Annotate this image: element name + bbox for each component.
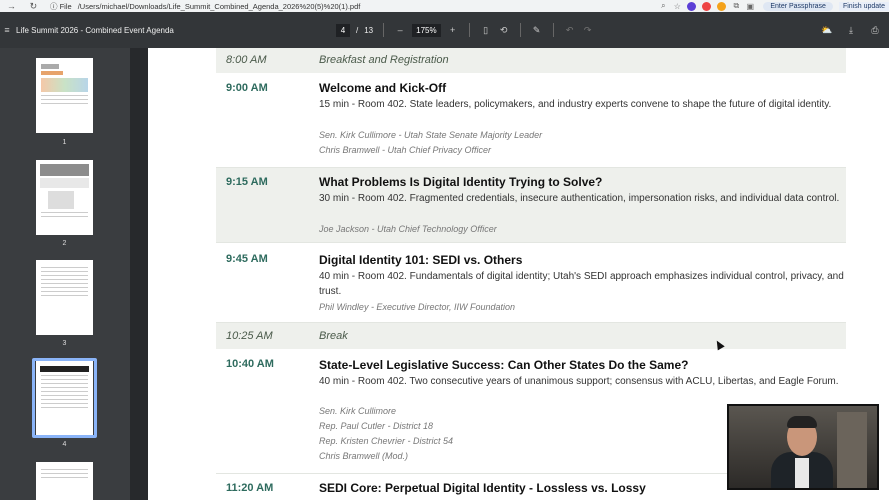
menu-icon[interactable]: ≡ — [0, 25, 14, 35]
page-thumbnail[interactable] — [36, 58, 93, 133]
agenda-description: 40 min - Room 402. Fundamentals of digit… — [319, 271, 844, 297]
toolbar-actions: ⛅ ⤓ ⎙ — [821, 12, 881, 48]
divider — [468, 23, 470, 37]
agenda-speaker: Sen. Kirk Cullimore - Utah State Senate … — [319, 130, 543, 140]
agenda-time: 9:15 AM — [226, 176, 268, 188]
file-chip-label: File — [59, 1, 72, 11]
thumbnail-label: 4 — [62, 441, 67, 448]
agenda-speaker: Rep. Kristen Chevrier - District 54 — [319, 436, 454, 446]
thumbnail-sidebar: 1 2 3 4 — [0, 48, 130, 500]
download-icon[interactable]: ⤓ — [845, 25, 857, 36]
agenda-time: 9:45 AM — [226, 253, 268, 265]
agenda-speaker: Joe Jackson - Utah Chief Technology Offi… — [319, 224, 497, 234]
save-drive-icon[interactable]: ⛅ — [821, 25, 833, 36]
agenda-row: 8:00 AM Breakfast and Registration — [216, 48, 846, 73]
redo-icon[interactable]: ↷ — [582, 25, 594, 36]
webcam-video-overlay[interactable] — [727, 404, 879, 490]
reload-icon[interactable]: ↻ — [30, 1, 38, 12]
agenda-title: SEDI Core: Perpetual Digital Identity - … — [319, 481, 646, 495]
agenda-title: What Problems Is Digital Identity Trying… — [319, 175, 603, 189]
sidebar-icon[interactable]: ▣ — [743, 2, 757, 11]
page-thumbnail[interactable] — [36, 260, 93, 335]
thumbnail-label: 2 — [62, 240, 67, 247]
browser-nav: → ↻ — [0, 1, 44, 12]
agenda-row: 9:15 AM What Problems Is Digital Identit… — [216, 168, 846, 243]
agenda-title: Digital Identity 101: SEDI vs. Others — [319, 253, 523, 267]
agenda-speaker: Chris Bramwell (Mod.) — [319, 451, 409, 461]
extension-icon[interactable] — [702, 1, 712, 11]
agenda-description: 30 min - Room 402. Fragmented credential… — [319, 193, 840, 204]
page-thumbnail[interactable] — [36, 462, 93, 500]
thumbnail-label: 1 — [62, 139, 67, 146]
agenda-time: 9:00 AM — [226, 82, 268, 94]
agenda-row: 10:25 AM Break — [216, 323, 846, 349]
page-thumbnail[interactable] — [36, 160, 93, 235]
agenda-speaker: Chris Bramwell - Utah Chief Privacy Offi… — [319, 145, 492, 155]
browser-actions: ⌕ ☆ ⧉ ▣ Enter Passphrase Finish update — [656, 0, 889, 12]
presenter-hair — [787, 416, 817, 428]
agenda-description: 15 min - Room 402. State leaders, policy… — [319, 99, 832, 110]
page-controls: 4 / 13 – 175% + ▯ ⟲ ✎ ↶ ↷ — [336, 12, 594, 48]
agenda-time: 11:20 AM — [226, 482, 274, 494]
rotate-icon[interactable]: ⟲ — [498, 25, 510, 36]
print-icon[interactable]: ⎙ — [869, 25, 881, 36]
url-field[interactable]: /Users/michael/Downloads/Life_Summit_Com… — [78, 2, 361, 11]
agenda-row: 9:45 AM Digital Identity 101: SEDI vs. O… — [216, 243, 846, 323]
agenda-title: Welcome and Kick-Off — [319, 81, 447, 95]
document-title: Life Summit 2026 - Combined Event Agenda — [16, 25, 174, 35]
zoom-icon[interactable]: ⌕ — [656, 1, 670, 11]
file-chip[interactable]: ⓘ File — [50, 1, 72, 12]
extension-icon[interactable] — [717, 1, 727, 11]
presenter-shirt — [795, 458, 809, 488]
annotate-icon[interactable]: ✎ — [531, 25, 543, 36]
divider — [383, 23, 385, 37]
page-thumbnail[interactable] — [36, 361, 93, 435]
video-door — [837, 412, 867, 488]
agenda-time: 10:40 AM — [226, 358, 274, 370]
star-icon[interactable]: ☆ — [670, 2, 684, 11]
thumbnail-label: 3 — [62, 340, 67, 347]
zoom-in-button[interactable]: + — [447, 25, 459, 35]
agenda-title: State-Level Legislative Success: Can Oth… — [319, 358, 689, 372]
zoom-out-button[interactable]: – — [394, 25, 406, 35]
undo-icon[interactable]: ↶ — [564, 25, 576, 36]
agenda-title: Breakfast and Registration — [319, 54, 449, 66]
agenda-speaker: Phil Windley - Executive Director, IIW F… — [319, 302, 515, 312]
divider — [552, 23, 554, 37]
agenda-speaker: Sen. Kirk Cullimore — [319, 406, 397, 416]
agenda-time: 8:00 AM — [226, 54, 267, 66]
extension-icon[interactable] — [687, 1, 697, 11]
zoom-input[interactable]: 175% — [412, 23, 441, 37]
forward-icon[interactable]: → — [7, 1, 16, 12]
agenda-description: 40 min - Room 402. Two consecutive years… — [319, 376, 839, 387]
finish-update-button[interactable]: Finish update — [838, 1, 889, 11]
passphrase-button[interactable]: Enter Passphrase — [763, 1, 833, 11]
page-total: 13 — [364, 25, 374, 35]
browser-address-bar: → ↻ ⓘ File /Users/michael/Downloads/Life… — [0, 0, 889, 12]
sidebar-divider — [130, 48, 148, 500]
agenda-time: 10:25 AM — [226, 330, 273, 342]
puzzle-icon[interactable]: ⧉ — [729, 1, 743, 11]
pdf-toolbar: ≡ Life Summit 2026 - Combined Event Agen… — [0, 12, 889, 48]
page-number-input[interactable]: 4 — [336, 23, 350, 37]
fit-page-icon[interactable]: ▯ — [480, 25, 492, 36]
agenda-row: 9:00 AM Welcome and Kick-Off 15 min - Ro… — [216, 73, 846, 168]
agenda-speaker: Rep. Paul Cutler - District 18 — [319, 421, 434, 431]
divider — [519, 23, 521, 37]
page-separator: / — [356, 25, 359, 35]
agenda-title: Break — [319, 330, 348, 342]
